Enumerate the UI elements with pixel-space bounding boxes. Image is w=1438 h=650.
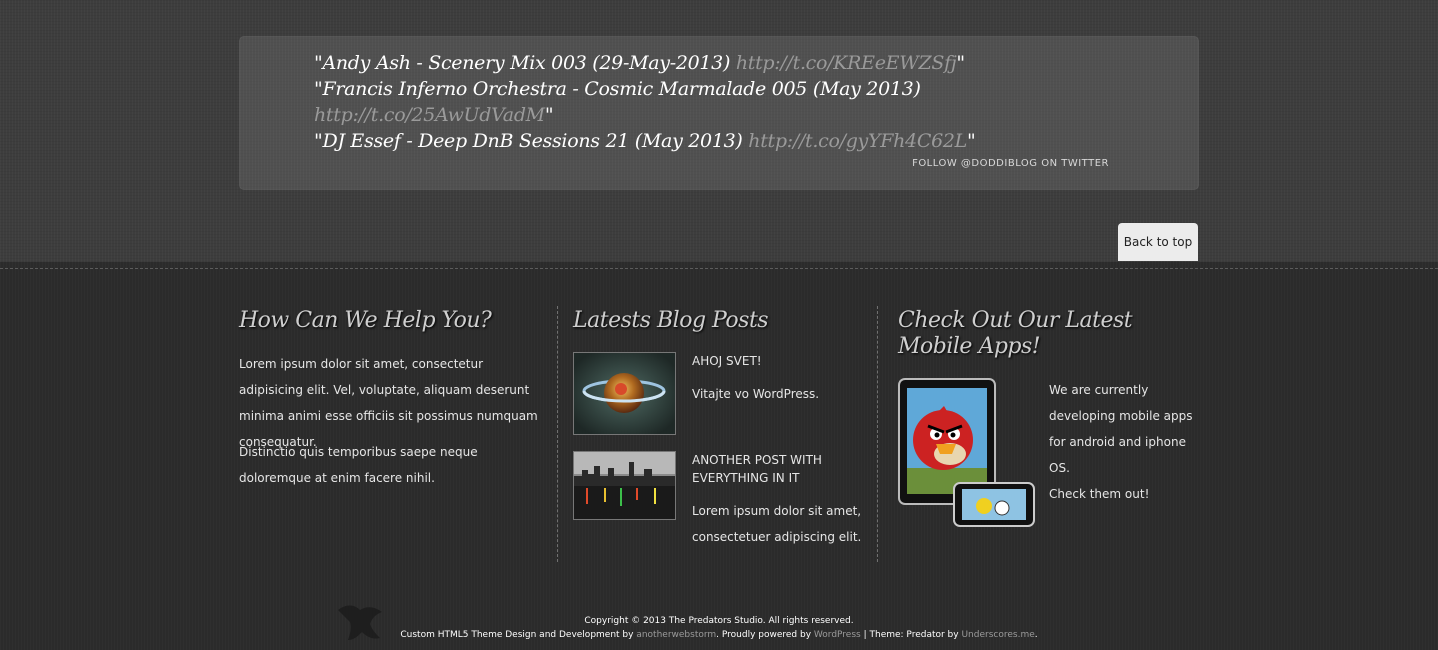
top-band: "Andy Ash - Scenery Mix 003 (29-May-2013… <box>0 0 1438 262</box>
help-text-2: Distinctio quis temporibus saepe neque d… <box>239 445 478 485</box>
planet-image-icon <box>574 353 675 434</box>
help-heading: How Can We Help You? <box>239 308 492 333</box>
tweet-list: "Andy Ash - Scenery Mix 003 (29-May-2013… <box>314 50 1014 154</box>
follow-twitter-link[interactable]: FOLLOW @DODDIBLOG ON TWITTER <box>912 158 1109 169</box>
post-thumbnail[interactable] <box>573 451 676 520</box>
back-to-top-button[interactable]: Back to top <box>1118 223 1198 261</box>
twitter-widget: "Andy Ash - Scenery Mix 003 (29-May-2013… <box>239 36 1199 190</box>
app-devices-image[interactable] <box>898 378 1038 528</box>
tweet-item: "Andy Ash - Scenery Mix 003 (29-May-2013… <box>314 52 965 74</box>
apps-text: We are currently developing mobile apps … <box>1049 383 1193 475</box>
post-excerpt: Lorem ipsum dolor sit amet, consectetuer… <box>692 504 862 544</box>
tweet-link[interactable]: http://t.co/KREeEWZSfj <box>736 52 957 74</box>
tweet-item: "Francis Inferno Orchestra - Cosmic Marm… <box>314 78 921 126</box>
divider <box>0 268 1438 269</box>
underscores-link[interactable]: Underscores.me <box>961 630 1034 640</box>
wordpress-link[interactable]: WordPress <box>814 630 861 640</box>
tweet-link[interactable]: http://t.co/25AwUdVadM <box>314 104 545 126</box>
post-thumbnail[interactable] <box>573 352 676 435</box>
blog-heading: Latests Blog Posts <box>573 308 769 333</box>
apps-heading: Check Out Our Latest Mobile Apps! <box>898 308 1133 359</box>
author-link[interactable]: anotherwebstorm <box>636 630 716 640</box>
tweet-item: "DJ Essef - Deep DnB Sessions 21 (May 20… <box>314 130 976 152</box>
tweet-link[interactable]: http://t.co/gyYFh4C62L <box>748 130 967 152</box>
city-skyline-image-icon <box>574 452 675 519</box>
column-divider <box>877 306 878 562</box>
credit-line: Custom HTML5 Theme Design and Developmen… <box>400 630 1038 640</box>
tablet-phone-icon <box>898 378 1035 527</box>
post-title-link[interactable]: ANOTHER POST WITH EVERYTHING IN IT <box>692 451 872 487</box>
post-excerpt: Vitajte vo WordPress. <box>692 387 820 401</box>
column-divider <box>557 306 558 562</box>
post-title-link[interactable]: AHOJ SVET! <box>692 352 872 370</box>
copyright-text: Copyright © 2013 The Predators Studio. A… <box>584 616 854 626</box>
apps-cta-link[interactable]: Check them out! <box>1049 481 1194 507</box>
footer: How Can We Help You? Lorem ipsum dolor s… <box>0 262 1438 650</box>
